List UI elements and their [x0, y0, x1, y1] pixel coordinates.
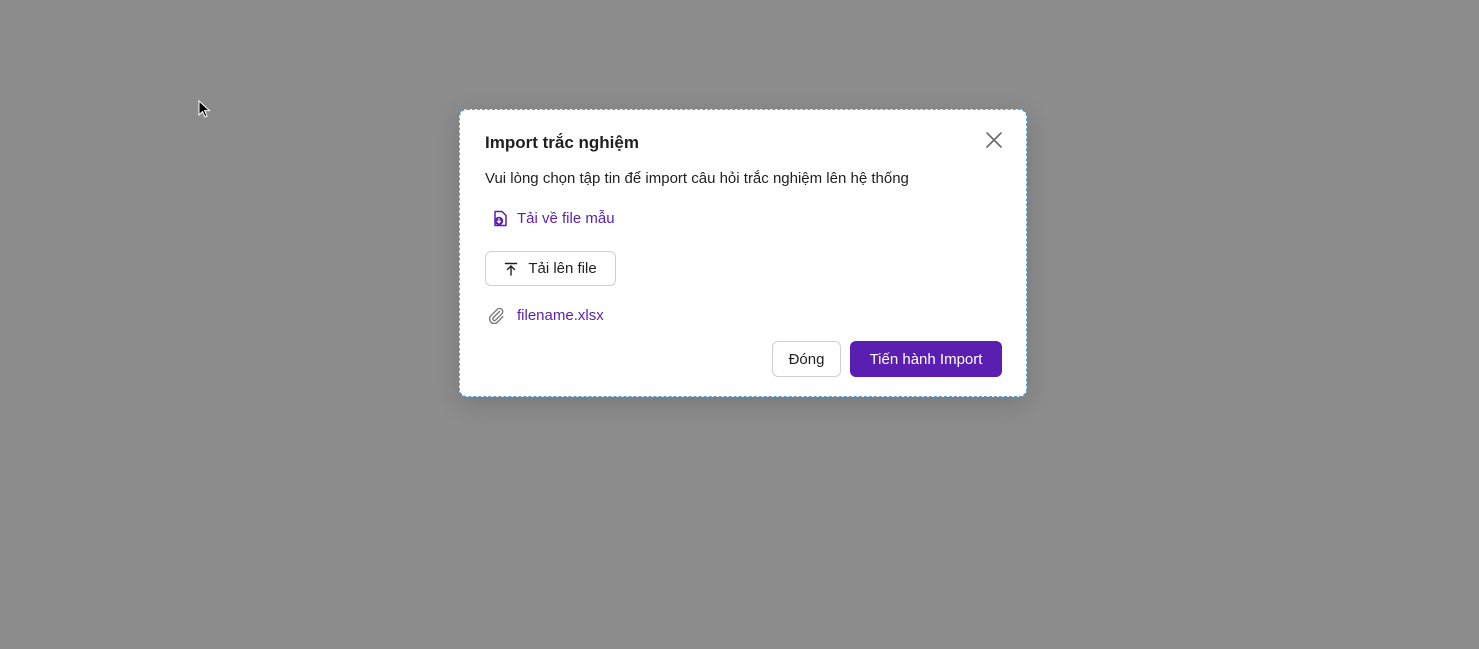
dialog-description: Vui lòng chọn tập tin để import câu hỏi …	[485, 170, 909, 187]
cancel-button[interactable]: Đóng	[772, 341, 841, 377]
mouse-cursor-icon	[198, 100, 211, 118]
upload-arrow-icon	[505, 262, 518, 276]
download-template-label: Tải về file mẫu	[517, 210, 615, 227]
dialog-title: Import trắc nghiệm	[485, 133, 639, 152]
close-button[interactable]	[982, 128, 1006, 152]
file-download-icon	[494, 210, 507, 227]
attached-file-name[interactable]: filename.xlsx	[517, 307, 604, 324]
import-dialog: Import trắc nghiệm Vui lòng chọn tập tin…	[459, 109, 1027, 397]
download-template-link[interactable]: Tải về file mẫu	[492, 210, 615, 227]
import-button[interactable]: Tiến hành Import	[850, 341, 1002, 377]
paperclip-icon	[488, 307, 504, 324]
close-icon	[986, 132, 1002, 148]
upload-file-button[interactable]: Tải lên file	[485, 251, 616, 286]
attached-file: filename.xlsx	[487, 306, 604, 324]
upload-file-label: Tải lên file	[528, 260, 597, 277]
